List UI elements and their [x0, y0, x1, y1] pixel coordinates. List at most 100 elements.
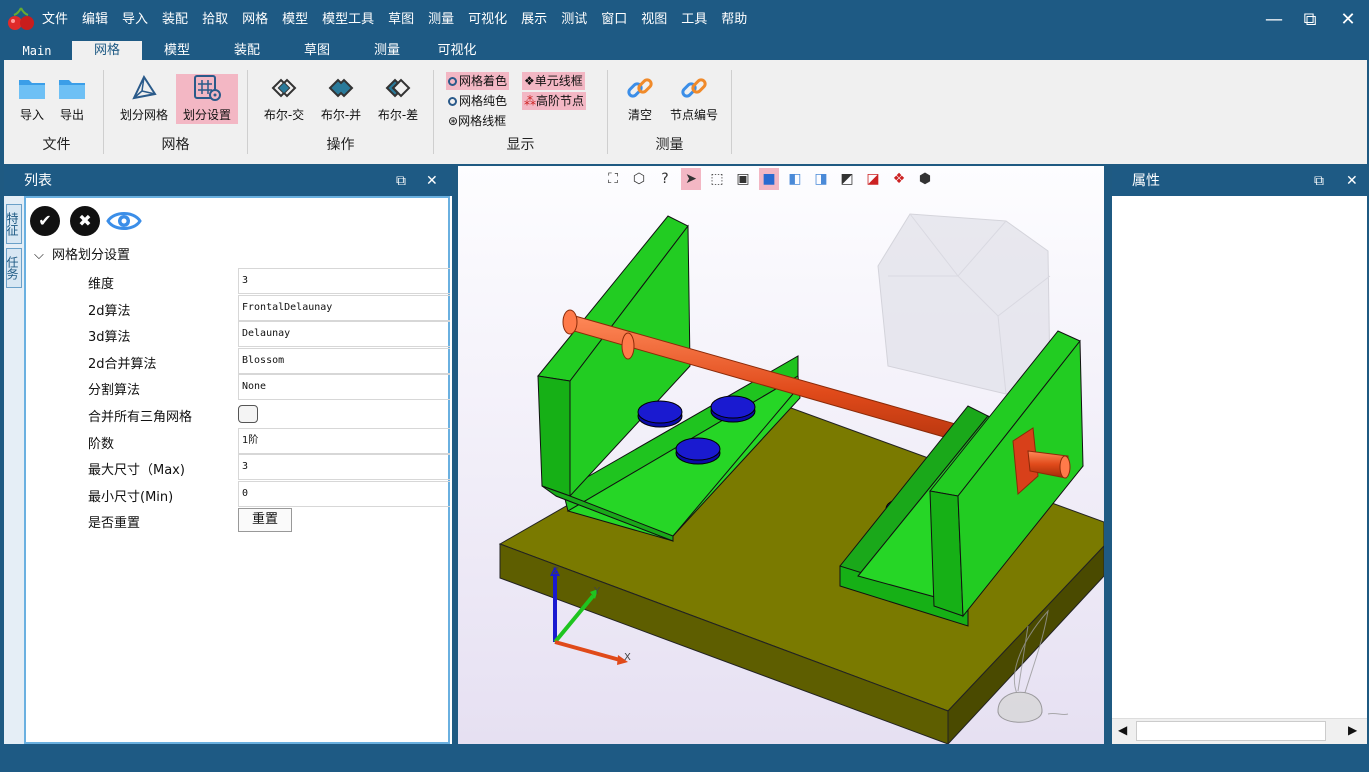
menu-item[interactable]: 文件: [42, 8, 68, 27]
wire-view-icon[interactable]: ⬢: [915, 168, 935, 190]
reset-button[interactable]: 重置: [238, 508, 292, 533]
menu-item[interactable]: 编辑: [82, 8, 108, 27]
frame-select-icon[interactable]: ▣: [733, 168, 753, 190]
property-value-field[interactable]: None: [238, 374, 450, 401]
wireframe-icon: ⊛: [448, 114, 459, 128]
property-value-field[interactable]: FrontalDelaunay: [238, 294, 450, 321]
property-row: 是否重置 重置: [26, 507, 450, 533]
menu-item[interactable]: 草图: [388, 8, 414, 27]
tab-features[interactable]: 特征: [5, 204, 22, 244]
close-button[interactable]: ✕: [1336, 8, 1360, 32]
float-panel-icon[interactable]: ⧉: [1314, 166, 1324, 196]
property-value-field[interactable]: 0: [238, 480, 450, 507]
property-row: 阶数 1阶: [26, 427, 450, 454]
3d-viewport[interactable]: Z Y X ⛶ ⬡ ? ➤ ⬚ ▣ ■ ◧ ◨ ◩ ◪ ❖ ⬢: [458, 166, 1104, 744]
merge-triangles-checkbox[interactable]: [238, 405, 258, 423]
menu-item[interactable]: 网格: [242, 8, 268, 27]
option-mesh-wireframe[interactable]: ⊛网格线框: [446, 112, 508, 130]
boolean-difference-icon: [385, 78, 411, 98]
divide-mesh-button[interactable]: 划分网格: [116, 74, 172, 122]
option-element-wireframe[interactable]: ❖单元线框: [522, 72, 585, 90]
ribbon: 导入 导出 文件 划分网格 划分设置 网格 布尔-交 布尔-并 布尔-差 操作 …: [4, 60, 1367, 164]
fit-view-icon[interactable]: ⛶: [603, 168, 623, 190]
property-label: 3d算法: [88, 330, 131, 346]
property-value-field[interactable]: 3: [238, 454, 450, 481]
tab-model[interactable]: 模型: [142, 41, 212, 61]
menu-item[interactable]: 展示: [521, 8, 547, 27]
boolean-difference-button[interactable]: 布尔-差: [372, 74, 424, 122]
menu-item[interactable]: 视图: [641, 8, 667, 27]
mesh-settings-button[interactable]: 划分设置: [176, 74, 238, 124]
float-panel-icon[interactable]: ⧉: [396, 166, 406, 196]
menu-item[interactable]: 工具: [681, 8, 707, 27]
tab-visualize[interactable]: 可视化: [422, 41, 492, 61]
menu-item[interactable]: 拾取: [202, 8, 228, 27]
tab-tasks[interactable]: 任务: [5, 248, 22, 288]
menu-item[interactable]: 模型: [282, 8, 308, 27]
title-bar: 文件 编辑 导入 装配 拾取 网格 模型 模型工具 草图 测量 可视化 展示 测试 窗口 视图 工具 帮助 — …: [0, 0, 1369, 38]
clear-button[interactable]: 清空: [618, 74, 662, 122]
close-panel-icon[interactable]: ✕: [1346, 166, 1358, 196]
menu-item[interactable]: 模型工具: [322, 8, 374, 27]
view-cube-icon[interactable]: ⬡: [629, 168, 649, 190]
menu-item[interactable]: 装配: [162, 8, 188, 27]
boolean-intersect-button[interactable]: 布尔-交: [258, 74, 310, 122]
tree-root-label: 网格划分设置: [52, 248, 131, 263]
option-mesh-shading[interactable]: 网格着色: [446, 72, 510, 90]
boolean-union-button[interactable]: 布尔-并: [315, 74, 367, 122]
group-label-ops: 操作: [326, 137, 355, 153]
top-view-icon[interactable]: ◩: [837, 168, 857, 190]
list-panel: 列表 ⧉ ✕ 特征 任务 ✔ ✖ ⌵ 网格划分设置 维度 3 2d算法 FrontalD…: [4, 166, 452, 744]
horizontal-scrollbar[interactable]: ◀ ▶: [1112, 718, 1367, 744]
eye-icon[interactable]: [106, 208, 142, 234]
menu-item[interactable]: 帮助: [721, 8, 747, 27]
property-value-field[interactable]: Delaunay: [238, 321, 450, 348]
cancel-icon[interactable]: ✖: [70, 206, 100, 236]
minimize-button[interactable]: —: [1262, 8, 1286, 32]
tab-measure[interactable]: 测量: [352, 41, 422, 61]
help-icon[interactable]: ?: [655, 168, 675, 190]
import-button[interactable]: 导入: [10, 74, 54, 122]
axis-y-label: Y: [594, 586, 601, 597]
menu-bar: 文件 编辑 导入 装配 拾取 网格 模型 模型工具 草图 测量 可视化 展示 测试 窗口 视图 工具 帮助: [42, 8, 761, 27]
box-select-icon[interactable]: ⬚: [707, 168, 727, 190]
select-arrow-icon[interactable]: ➤: [681, 168, 701, 190]
menu-item[interactable]: 可视化: [468, 8, 507, 27]
menu-item[interactable]: 窗口: [601, 8, 627, 27]
iso-view-icon[interactable]: ◧: [785, 168, 805, 190]
mesh-settings-icon: [194, 75, 221, 101]
menu-item[interactable]: 测量: [428, 8, 454, 27]
tab-assembly[interactable]: 装配: [212, 41, 282, 61]
confirm-icon[interactable]: ✔: [30, 206, 60, 236]
explode-view-icon[interactable]: ❖: [889, 168, 909, 190]
property-label: 合并所有三角网格: [88, 410, 193, 425]
ribbon-group-file: 导入 导出 文件: [10, 70, 104, 154]
property-value-field[interactable]: 3: [238, 268, 450, 294]
scroll-left-icon[interactable]: ◀: [1118, 723, 1127, 737]
ribbon-group-display: 网格着色 ❖单元线框 网格纯色 ⁂高阶节点 ⊛网格线框 显示: [434, 70, 608, 154]
link-icon: [627, 78, 653, 98]
export-button[interactable]: 导出: [50, 74, 94, 122]
front-view-icon[interactable]: ◨: [811, 168, 831, 190]
property-row: 2d合并算法 Blossom: [26, 347, 450, 374]
link-icon: [681, 78, 707, 98]
property-value-field[interactable]: Blossom: [238, 347, 450, 374]
menu-item[interactable]: 测试: [561, 8, 587, 27]
option-high-order-nodes[interactable]: ⁂高阶节点: [522, 92, 587, 110]
maximize-button[interactable]: ⧉: [1298, 8, 1322, 32]
tab-mesh[interactable]: 网格: [72, 41, 142, 61]
option-mesh-solid[interactable]: 网格纯色: [446, 92, 509, 110]
shaded-cube-icon[interactable]: ■: [759, 168, 779, 190]
property-value-field[interactable]: 1阶: [238, 427, 450, 454]
node-numbering-button[interactable]: 节点编号: [666, 74, 722, 122]
close-panel-icon[interactable]: ✕: [426, 166, 438, 196]
scroll-right-icon[interactable]: ▶: [1348, 723, 1357, 737]
section-view-icon[interactable]: ◪: [863, 168, 883, 190]
tab-main[interactable]: Main: [2, 41, 72, 61]
group-label-file: 文件: [42, 137, 71, 153]
boolean-intersect-icon: [271, 78, 297, 98]
tab-sketch[interactable]: 草图: [282, 41, 352, 61]
scrollbar-thumb[interactable]: [1136, 721, 1326, 741]
menu-item[interactable]: 导入: [122, 8, 148, 27]
tree-root-item[interactable]: ⌵ 网格划分设置: [34, 244, 130, 263]
